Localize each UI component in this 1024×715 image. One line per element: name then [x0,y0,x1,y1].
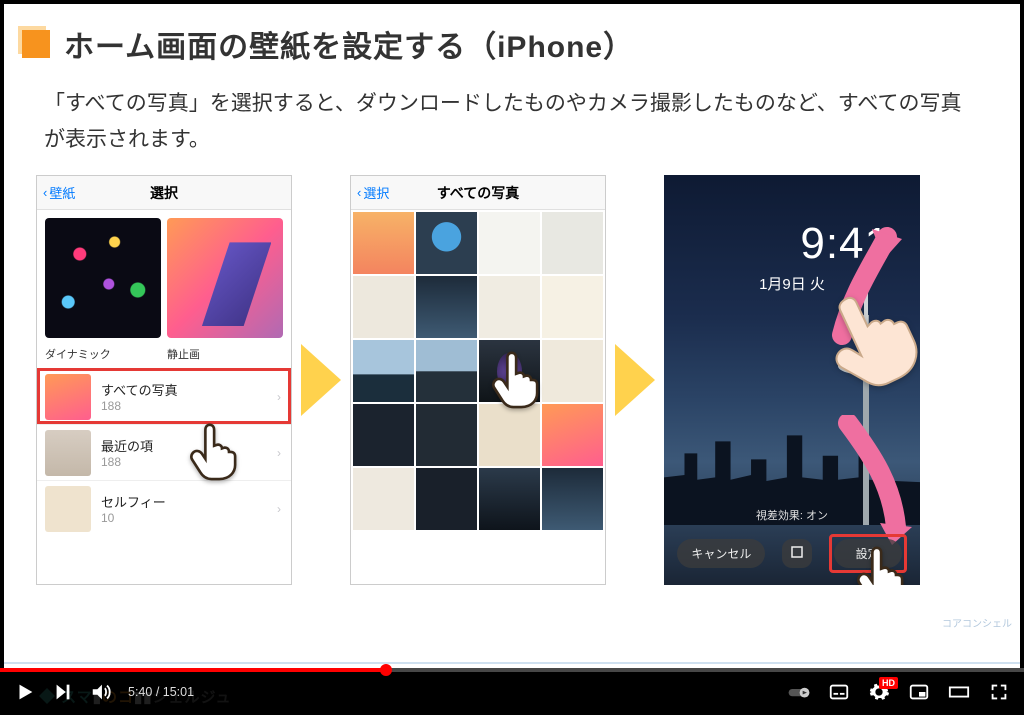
nav-back-wallpaper[interactable]: ‹ 壁紙 [37,183,75,202]
watermark-text: コアコンシェル [942,615,1012,630]
photo-thumb[interactable] [479,468,540,530]
photo-thumb[interactable] [542,468,603,530]
album-thumb-icon [45,430,91,476]
photo-thumb[interactable] [416,404,477,466]
photo-thumb[interactable] [542,212,603,274]
set-button-highlight: 設定 [829,534,907,573]
photo-thumb[interactable] [542,340,603,402]
lock-time: 9:41 [800,219,890,269]
photo-thumb[interactable] [353,468,414,530]
wallpaper-static-thumb[interactable] [167,218,283,338]
cancel-button[interactable]: キャンセル [677,539,765,568]
play-button[interactable] [14,681,36,703]
fullscreen-button[interactable] [988,681,1010,703]
iphone-screen-photo-grid: ‹ 選択 すべての写真 [350,175,606,585]
slide-footer-rule [4,662,1020,664]
iphone-screen-wallpaper-preview: 9:41 1月9日 火 視差効果: オン キャンセル [664,175,920,585]
album-thumb-icon [45,374,91,420]
photo-thumb[interactable] [416,276,477,338]
volume-button[interactable] [90,681,112,703]
chevron-right-icon: › [277,446,281,460]
subtitles-button[interactable] [828,681,850,703]
chevron-left-icon: ‹ [43,185,47,200]
photo-thumb[interactable] [353,404,414,466]
settings-button[interactable]: HD [868,681,890,703]
title-bullet-icon [22,30,50,58]
progress-scrubber[interactable] [380,664,392,676]
album-selfie[interactable]: セルフィー 10 › [37,480,291,536]
wallpaper-dynamic-thumb[interactable] [45,218,161,338]
album-all-photos[interactable]: すべての写真 188 › [37,368,291,424]
pinch-hand-icon [810,271,920,421]
set-button[interactable]: 設定 [834,539,902,568]
next-button[interactable] [52,681,74,703]
label-static: 静止画 [167,346,283,362]
photo-thumb[interactable] [542,276,603,338]
slide-title: ホーム画面の壁紙を設定する（iPhone） [64,22,634,66]
progress-track[interactable] [0,668,1024,672]
autoplay-toggle[interactable] [788,681,810,703]
album-recent[interactable]: 最近の項 188 › [37,424,291,480]
video-player-bar: 5:40 / 15:01 HD [0,668,1024,715]
slide-description: 「すべての写真」を選択すると、ダウンロードしたものやカメラ撮影したものなど、すべ… [4,76,1020,175]
progress-fill [0,668,386,672]
album-thumb-icon [45,486,91,532]
chevron-right-icon: › [277,390,281,404]
parallax-label: 視差効果: オン [664,507,920,523]
photo-thumb[interactable] [479,212,540,274]
iphone-screen-select-album: ‹ 壁紙 選択 ダイナミック 静止画 すべての写真 [36,175,292,585]
hd-badge: HD [879,677,898,689]
photo-thumb[interactable] [416,340,477,402]
photo-thumb[interactable] [353,212,414,274]
photo-thumb[interactable] [416,468,477,530]
miniplayer-button[interactable] [908,681,930,703]
tutorial-slide: ホーム画面の壁紙を設定する（iPhone） 「すべての写真」を選択すると、ダウン… [4,4,1020,668]
chevron-left-icon: ‹ [357,185,361,200]
photo-thumb[interactable] [479,340,540,402]
photo-thumb[interactable] [479,404,540,466]
perspective-toggle-button[interactable] [782,539,812,568]
arrow-right-icon [608,340,662,420]
theater-mode-button[interactable] [948,681,970,703]
time-display: 5:40 / 15:01 [128,685,194,699]
photo-thumb[interactable] [353,340,414,402]
chevron-right-icon: › [277,502,281,516]
photo-thumb[interactable] [416,212,477,274]
photo-thumb[interactable] [353,276,414,338]
photo-thumb[interactable] [479,276,540,338]
nav-back-select[interactable]: ‹ 選択 [351,183,389,202]
photo-thumb[interactable] [542,404,603,466]
arrow-right-icon [294,340,348,420]
label-dynamic: ダイナミック [45,346,161,362]
